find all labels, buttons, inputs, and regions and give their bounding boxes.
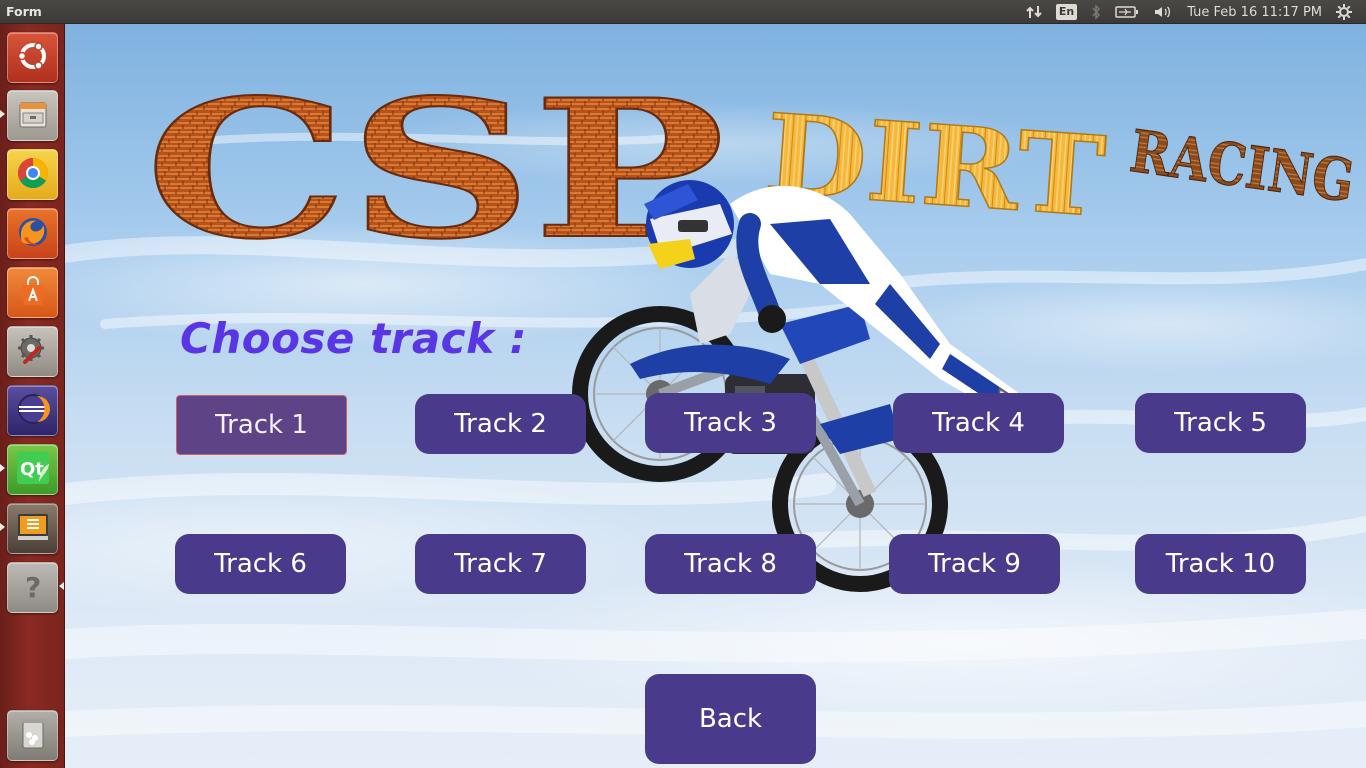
track-10-button[interactable]: Track 10 [1135,534,1306,594]
unity-launcher: Qt ? [0,24,65,768]
qt-icon: Qt [15,450,51,490]
back-button[interactable]: Back [645,674,816,764]
file-cabinet-icon [16,97,50,135]
track-2-button[interactable]: Track 2 [415,394,586,454]
launcher-eclipse[interactable] [7,385,58,436]
active-indicator [59,582,64,590]
logo-racing-text: RACING [1126,117,1358,216]
running-indicator [0,523,5,531]
launcher-firefox[interactable] [7,208,58,259]
network-transfer-icon[interactable] [1026,4,1042,20]
launcher-system-settings[interactable] [7,326,58,377]
trash-icon [18,716,48,756]
track-9-button[interactable]: Track 9 [889,534,1060,594]
settings-wrench-icon [15,332,51,372]
keyboard-layout-indicator[interactable]: En [1055,4,1078,20]
volume-icon[interactable] [1153,4,1173,20]
choose-track-heading: Choose track : [180,314,527,363]
shopping-bag-icon [16,274,50,312]
sublime-icon [15,509,51,549]
track-1-button[interactable]: Track 1 [176,395,347,455]
track-5-button[interactable]: Track 5 [1135,393,1306,453]
track-3-button[interactable]: Track 3 [645,393,816,453]
track-6-button[interactable]: Track 6 [175,534,346,594]
launcher-ubuntu-dash[interactable] [7,32,58,83]
eclipse-icon [15,391,51,431]
launcher-software-center[interactable] [7,267,58,318]
chrome-icon [15,155,51,195]
svg-text:?: ? [25,571,41,603]
launcher-unknown-app[interactable]: ? [7,562,58,613]
question-mark-icon: ? [18,569,48,607]
running-indicator [0,464,5,472]
launcher-sublime-text[interactable] [7,503,58,554]
bluetooth-icon[interactable] [1091,4,1101,20]
track-selection-window: CSP DIRT RACING Choose track: Track 1 T… [65,24,1366,768]
launcher-files[interactable] [7,90,58,141]
track-8-button[interactable]: Track 8 [645,534,816,594]
running-indicator [0,110,5,118]
power-gear-icon[interactable] [1336,4,1352,20]
track-7-button[interactable]: Track 7 [415,534,586,594]
track-4-button[interactable]: Track 4 [893,393,1064,453]
window-title: Form [6,4,42,19]
launcher-trash[interactable] [7,710,58,761]
battery-icon[interactable] [1115,5,1139,19]
launcher-qt-creator[interactable]: Qt [7,444,58,495]
ubuntu-logo-icon [16,39,50,77]
launcher-chrome[interactable] [7,149,58,200]
system-tray: En Tue Feb 16 11:17 PM [1026,0,1366,24]
clock[interactable]: Tue Feb 16 11:17 PM [1187,5,1322,20]
firefox-icon [15,214,51,254]
top-panel: Form En Tue Feb 16 11:17 PM [0,0,1366,24]
